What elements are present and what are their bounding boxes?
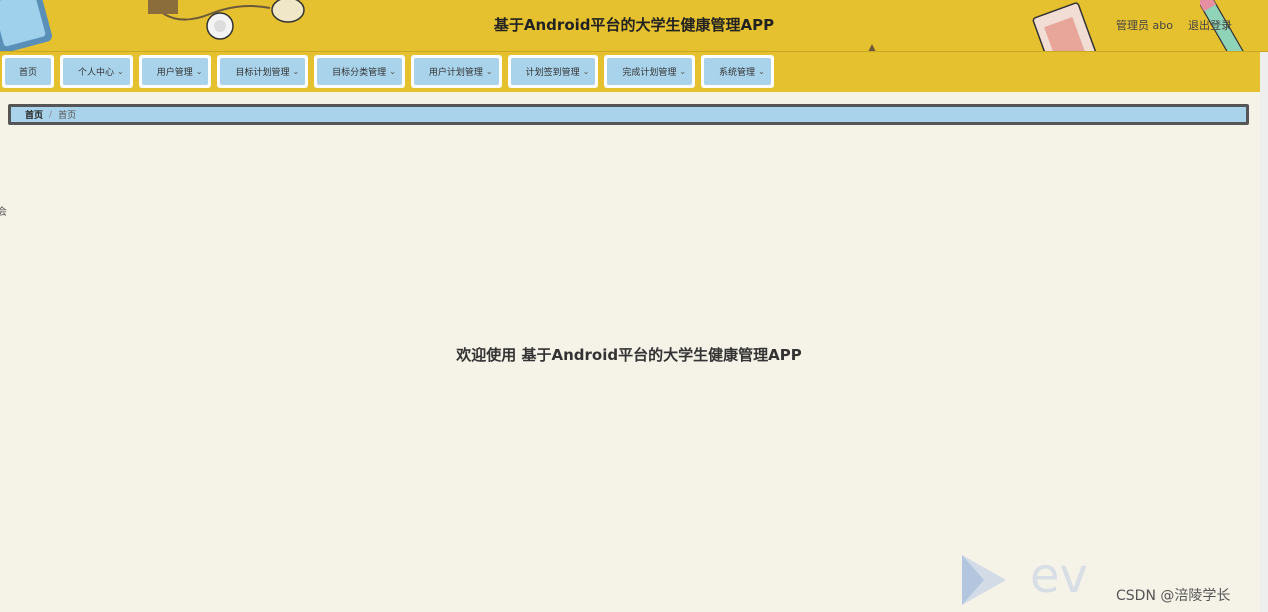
- nav-item-label: 完成计划管理: [622, 68, 677, 78]
- welcome-message: 欢迎使用 基于Android平台的大学生健康管理APP: [456, 346, 802, 364]
- nav-item-plan-checkin-management[interactable]: 计划签到管理 ⌄: [507, 55, 599, 88]
- nav-item-user-management[interactable]: 用户管理 ⌄: [138, 55, 212, 88]
- nav-item-label: 目标分类管理: [332, 68, 387, 78]
- chevron-down-icon: ⌄: [582, 67, 590, 76]
- nav-item-system-management[interactable]: 系统管理 ⌄: [701, 55, 774, 88]
- marker-decoration-icon: [868, 44, 876, 51]
- nav-item-label: 计划签到管理: [525, 68, 580, 78]
- edge-text-fragment: 会: [0, 207, 7, 218]
- breadcrumb: 首页 / 首页: [8, 104, 1249, 125]
- chevron-down-icon: ⌄: [195, 67, 203, 76]
- nav-item-label: 用户管理: [156, 68, 193, 78]
- nav-item-personal-center[interactable]: 个人中心 ⌄: [60, 55, 133, 88]
- main-nav: 首页 个人中心 ⌄ 用户管理 ⌄ 目标计划管理 ⌄ 目标分类管理 ⌄ 用户计划管理 ⌄ 计…: [0, 52, 1268, 92]
- nav-item-completed-plan-management[interactable]: 完成计划管理 ⌄: [604, 55, 696, 88]
- header-bar: 基于Android平台的大学生健康管理APP 管理员 abo 退出登录: [0, 0, 1268, 52]
- chevron-down-icon: ⌄: [679, 67, 687, 76]
- page-scrollbar[interactable]: [1260, 52, 1268, 612]
- nav-item-label: 系统管理: [719, 68, 756, 78]
- app-title: 基于Android平台的大学生健康管理APP: [493, 16, 775, 34]
- nav-item-user-plan-management[interactable]: 用户计划管理 ⌄: [410, 55, 502, 88]
- chevron-down-icon: ⌄: [292, 67, 300, 76]
- breadcrumb-current: 首页: [58, 111, 77, 121]
- nav-item-label: 首页: [19, 68, 38, 78]
- nav-item-label: 目标计划管理: [235, 68, 290, 78]
- nav-item-goal-plan-management[interactable]: 目标计划管理 ⌄: [217, 55, 309, 88]
- watermark-ev-text: ev: [1030, 548, 1088, 604]
- nav-item-goal-category-management[interactable]: 目标分类管理 ⌄: [314, 55, 405, 88]
- play-logo-icon: [962, 555, 1006, 605]
- chevron-down-icon: ⌄: [485, 67, 493, 76]
- breadcrumb-home-link[interactable]: 首页: [25, 108, 43, 121]
- nav-item-home[interactable]: 首页: [2, 55, 55, 88]
- logout-link[interactable]: 退出登录: [1188, 17, 1232, 33]
- chevron-down-icon: ⌄: [117, 67, 124, 76]
- chevron-down-icon: ⌄: [389, 67, 396, 76]
- nav-item-label: 用户计划管理: [428, 68, 483, 78]
- chevron-down-icon: ⌄: [758, 67, 765, 76]
- breadcrumb-separator: /: [49, 109, 53, 120]
- csdn-watermark: CSDN @涪陵学长: [1116, 588, 1231, 604]
- admin-user-label: 管理员 abo: [1116, 19, 1173, 32]
- nav-item-label: 个人中心: [78, 68, 115, 78]
